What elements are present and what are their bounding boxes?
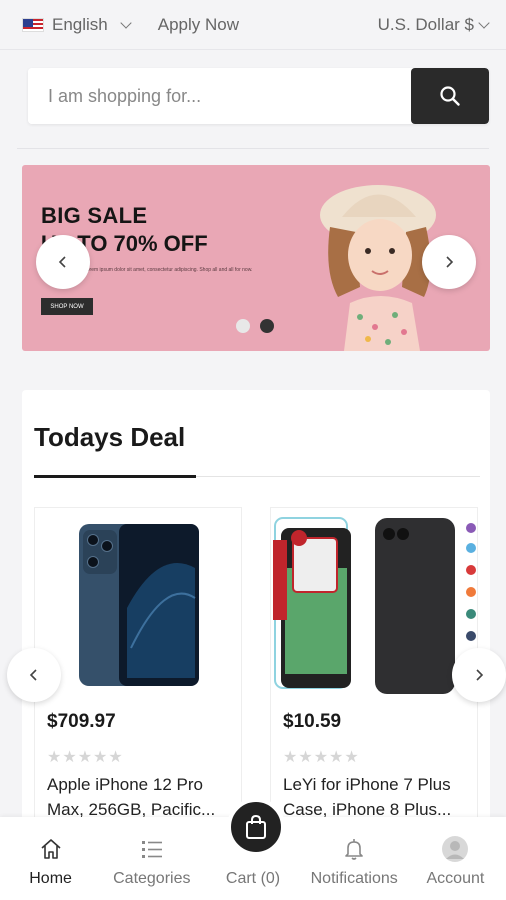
product-price: $10.59 bbox=[283, 711, 342, 732]
nav-categories-label: Categories bbox=[113, 870, 191, 887]
nav-notifications[interactable]: Notifications bbox=[304, 817, 405, 900]
deals-prev-button[interactable] bbox=[7, 648, 61, 702]
nav-categories[interactable]: Categories bbox=[101, 817, 202, 900]
cart-button[interactable] bbox=[227, 798, 285, 856]
chevron-right-icon bbox=[476, 669, 484, 681]
us-flag-icon bbox=[22, 17, 44, 32]
search-input[interactable] bbox=[28, 68, 411, 124]
product-card[interactable]: $10.59 ★★★★★ LeYi for iPhone 7 Plus Case… bbox=[270, 507, 478, 837]
apply-now-link[interactable]: Apply Now bbox=[158, 15, 239, 35]
carousel-dot[interactable] bbox=[236, 319, 250, 333]
bell-icon bbox=[345, 839, 364, 860]
nav-home[interactable]: Home bbox=[0, 817, 101, 900]
nav-account[interactable]: Account bbox=[405, 817, 506, 900]
nav-account-label: Account bbox=[426, 870, 485, 887]
product-price: $709.97 bbox=[47, 711, 116, 732]
product-name[interactable]: Apple iPhone 12 Pro Max, 256GB, Pacific.… bbox=[47, 772, 237, 822]
section-divider bbox=[17, 148, 489, 149]
iphone-12-pro-image bbox=[79, 524, 199, 686]
product-name[interactable]: LeYi for iPhone 7 Plus Case, iPhone 8 Pl… bbox=[283, 772, 473, 822]
list-icon bbox=[141, 841, 162, 858]
banner-description: Lorem ipsum dolor sit amet, consectetur … bbox=[84, 267, 253, 273]
carousel-dot-active[interactable] bbox=[260, 319, 274, 333]
todays-deal-section: Todays Deal $709.97 ★★★★★ Apple iPhone 1… bbox=[22, 390, 490, 837]
nav-notifications-label: Notifications bbox=[310, 870, 398, 887]
nav-home-label: Home bbox=[29, 870, 72, 887]
top-bar: English Apply Now U.S. Dollar $ bbox=[0, 0, 506, 50]
currency-label: U.S. Dollar $ bbox=[377, 14, 474, 34]
chevron-down-icon bbox=[120, 16, 132, 29]
iphone-case-image bbox=[273, 517, 476, 694]
currency-selector[interactable]: U.S. Dollar $ bbox=[377, 14, 490, 35]
rating-stars: ★★★★★ bbox=[47, 749, 124, 766]
chevron-left-icon bbox=[58, 256, 66, 268]
nav-cart-label: Cart (0) bbox=[225, 870, 281, 887]
shopping-bag-icon bbox=[246, 814, 266, 839]
rating-stars: ★★★★★ bbox=[283, 749, 360, 766]
search-bar bbox=[28, 68, 489, 124]
promo-banner[interactable]: BIG SALE UP TO 70% OFF Lorem ipsum dolor… bbox=[22, 165, 490, 351]
chevron-right-icon bbox=[446, 256, 454, 268]
section-title: Todays Deal bbox=[34, 422, 186, 452]
deals-next-button[interactable] bbox=[452, 648, 506, 702]
shop-now-button[interactable]: SHOP NOW bbox=[41, 298, 93, 315]
product-card[interactable]: $709.97 ★★★★★ Apple iPhone 12 Pro Max, 2… bbox=[34, 507, 242, 837]
title-underline bbox=[34, 475, 196, 478]
language-label: English bbox=[52, 14, 108, 34]
home-icon bbox=[41, 839, 61, 859]
chevron-left-icon bbox=[29, 669, 37, 681]
banner-prev-button[interactable] bbox=[36, 235, 90, 289]
banner-title: BIG SALE bbox=[41, 203, 148, 228]
language-selector[interactable]: English bbox=[22, 14, 132, 35]
search-button[interactable] bbox=[411, 68, 489, 124]
avatar-icon bbox=[442, 836, 469, 862]
chevron-down-icon bbox=[478, 16, 490, 29]
banner-next-button[interactable] bbox=[422, 235, 476, 289]
search-icon bbox=[440, 86, 460, 106]
